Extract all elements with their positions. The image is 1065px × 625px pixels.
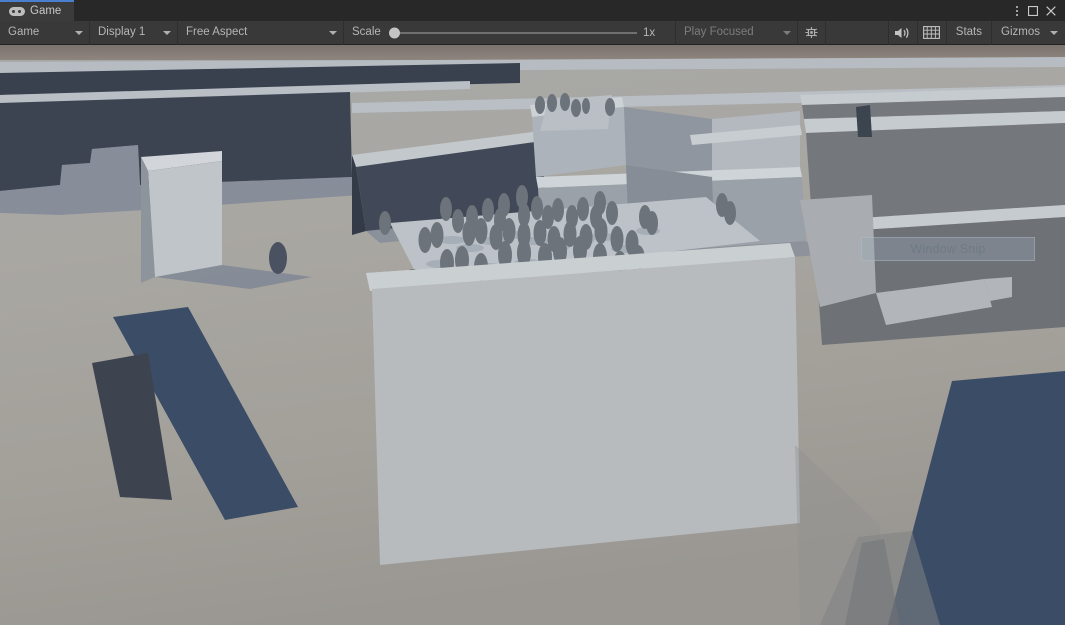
aspect-label: Free Aspect xyxy=(186,25,248,38)
gamepad-icon xyxy=(9,7,25,16)
bug-icon[interactable] xyxy=(798,20,826,45)
tab-bar: Game xyxy=(0,0,1065,21)
gizmos-dropdown[interactable]: Gizmos xyxy=(992,21,1065,45)
chevron-down-icon xyxy=(783,30,791,35)
tab-game[interactable]: Game xyxy=(0,0,74,21)
chevron-down-icon xyxy=(1050,30,1058,35)
game-toolbar: Game Display 1 Free Aspect Scale 1x Play… xyxy=(0,20,1065,45)
toolbar-spacer xyxy=(826,20,889,45)
game-view-render[interactable]: Window Snip NEON N xyxy=(0,45,1065,625)
grid-icon[interactable] xyxy=(918,20,947,45)
scale-slider[interactable] xyxy=(388,26,637,40)
display-label: Display 1 xyxy=(98,25,146,38)
tab-bar-spacer xyxy=(74,0,1011,21)
chevron-down-icon xyxy=(163,30,171,35)
maximize-icon[interactable] xyxy=(1025,0,1041,21)
chevron-down-icon xyxy=(75,30,83,35)
window-controls xyxy=(1011,0,1065,21)
chevron-down-icon xyxy=(329,30,337,35)
scale-label: Scale xyxy=(352,25,381,38)
kebab-menu-icon[interactable] xyxy=(1011,0,1023,21)
stats-label: Stats xyxy=(955,25,983,38)
view-mode-label: Game xyxy=(8,25,40,38)
play-mode-label: Play Focused xyxy=(684,25,754,38)
stats-button[interactable]: Stats xyxy=(947,20,993,45)
view-mode-dropdown[interactable]: Game xyxy=(0,20,90,45)
scale-slider-handle[interactable] xyxy=(388,27,400,38)
display-dropdown[interactable]: Display 1 xyxy=(90,20,178,45)
scale-slider-track xyxy=(388,32,637,33)
window-snip-label: Window Snip xyxy=(910,242,986,256)
scale-slider-group[interactable]: Scale 1x xyxy=(344,20,676,45)
play-mode-dropdown[interactable]: Play Focused xyxy=(676,20,798,45)
gizmos-label: Gizmos xyxy=(1001,25,1040,38)
close-icon[interactable] xyxy=(1043,0,1059,21)
window-snip-button[interactable]: Window Snip xyxy=(861,237,1035,261)
tab-game-label: Game xyxy=(30,4,62,17)
scale-value: 1x xyxy=(643,26,656,39)
speaker-icon[interactable] xyxy=(889,20,918,45)
aspect-dropdown[interactable]: Free Aspect xyxy=(178,20,344,45)
unity-game-window: Game Game Display 1 Free Aspect Scale 1x… xyxy=(0,0,1065,625)
scene-geometry xyxy=(0,45,1065,625)
